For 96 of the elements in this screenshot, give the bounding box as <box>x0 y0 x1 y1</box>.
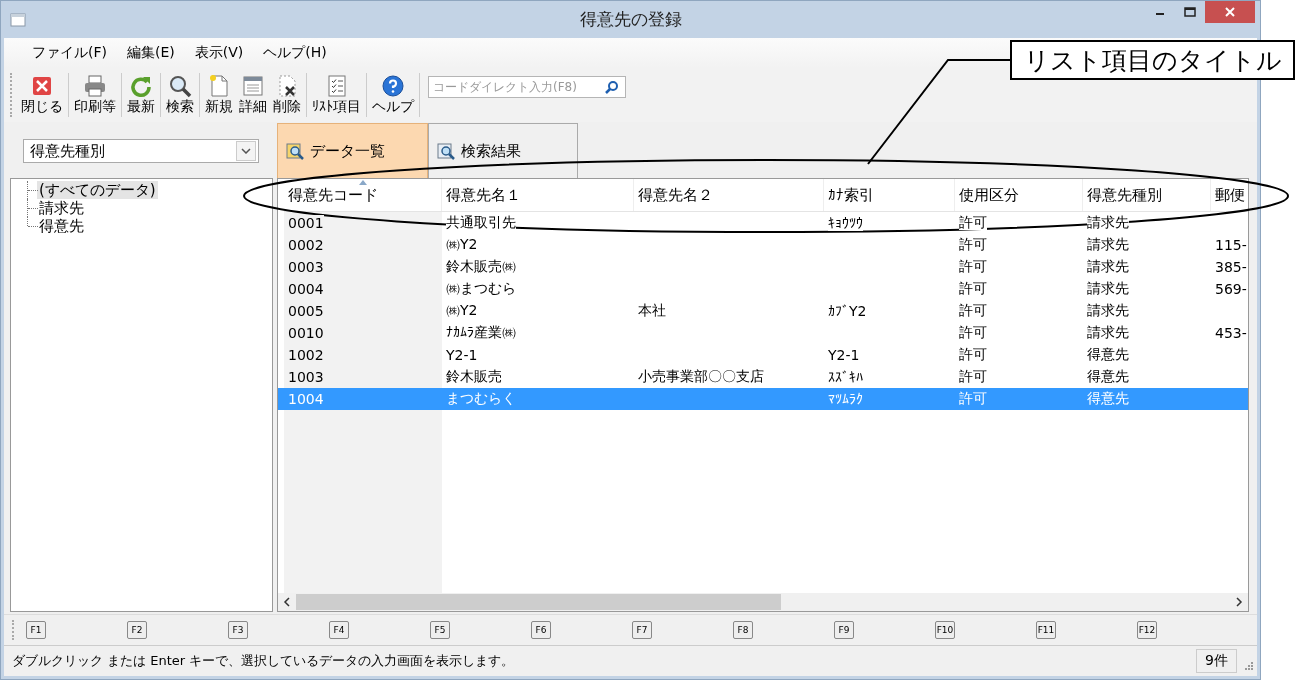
category-dropdown[interactable]: 得意先種別 <box>23 139 259 163</box>
table-cell: 0005 <box>288 303 324 319</box>
table-cell: 許可 <box>959 302 987 318</box>
table-cell: 1002 <box>288 347 324 363</box>
table-cell: 鈴木販売 <box>446 368 502 384</box>
toolbar-button[interactable]: ヘルプ <box>369 72 417 118</box>
table-cell: 本社 <box>638 302 666 318</box>
table-cell: 鈴木販売㈱ <box>446 258 516 274</box>
table-row[interactable]: 0005 ㈱Y2 本社 ｶﾌﾞY2 許可 請求先 <box>284 300 1248 322</box>
function-key-button[interactable]: F6 <box>531 621 551 639</box>
table-cell: ㈱Y2 <box>446 236 478 252</box>
table-row[interactable]: 0002 ㈱Y2 許可 請求先 115- <box>284 234 1248 256</box>
function-key-button[interactable]: F10 <box>935 621 955 639</box>
table-cell: 許可 <box>959 214 987 230</box>
table-row[interactable]: 1002 Y2-1 Y2-1 許可 得意先 <box>284 344 1248 366</box>
table-cell: 請求先 <box>1087 302 1129 318</box>
table-cell: 許可 <box>959 368 987 384</box>
column-header[interactable]: 得意先名２ <box>634 179 824 211</box>
tree-item[interactable]: (すべてのデータ) <box>37 181 158 199</box>
table-cell: ㈱Y2 <box>446 302 478 318</box>
table-cell: 請求先 <box>1087 236 1129 252</box>
toolbar-button[interactable]: 最新 <box>124 72 158 118</box>
table-row[interactable]: 0003 鈴木販売㈱ 許可 請求先 385- <box>284 256 1248 278</box>
table-cell: ｷｮｳﾂｳ <box>828 215 863 231</box>
menu-item[interactable]: ヘルプ(H) <box>253 44 337 62</box>
table-cell: ﾏﾂﾑﾗｸ <box>828 391 863 407</box>
toolbar-button[interactable]: 検索 <box>163 72 197 118</box>
table-row[interactable]: 0010 ﾅｶﾑﾗ産業㈱ 許可 請求先 453- <box>284 322 1248 344</box>
toolbar-button[interactable]: 印刷等 <box>71 72 119 118</box>
table-cell: 請求先 <box>1087 324 1129 340</box>
column-header[interactable]: 得意先種別 <box>1083 179 1211 211</box>
function-key-button[interactable]: F8 <box>733 621 753 639</box>
table-cell: ｽｽﾞｷﾊ <box>828 369 863 385</box>
function-key-button[interactable]: F9 <box>834 621 854 639</box>
table-cell: 許可 <box>959 346 987 362</box>
code-search-field[interactable]: コードダイレクト入力(F8) <box>428 76 626 98</box>
table-cell: 1004 <box>288 391 324 407</box>
menu-item[interactable]: 編集(E) <box>117 44 185 62</box>
table-cell: 得意先 <box>1087 368 1129 384</box>
table-cell: 小売事業部〇〇支店 <box>638 368 764 384</box>
table-cell: 許可 <box>959 258 987 274</box>
tab[interactable]: データ一覧 <box>277 123 428 178</box>
table-cell: 許可 <box>959 390 987 406</box>
table-row[interactable]: 0001 共通取引先 ｷｮｳﾂｳ 許可 請求先 <box>284 212 1248 234</box>
table-cell: ㈱まつむら <box>446 280 516 296</box>
function-key-button[interactable]: F4 <box>329 621 349 639</box>
table-row[interactable]: 0004 ㈱まつむら 許可 請求先 569- <box>284 278 1248 300</box>
toolbar-button[interactable]: ﾘｽﾄ項目 <box>309 72 364 118</box>
column-header[interactable]: ｶﾅ索引 <box>824 179 955 211</box>
table-cell: Y2-1 <box>446 347 478 363</box>
table-cell: 0001 <box>288 215 324 231</box>
table-cell: 請求先 <box>1087 258 1129 274</box>
function-key-button[interactable]: F5 <box>430 621 450 639</box>
table-row[interactable]: 1003 鈴木販売 小売事業部〇〇支店 ｽｽﾞｷﾊ 許可 得意先 <box>284 366 1248 388</box>
table-cell: 0002 <box>288 237 324 253</box>
tree-item[interactable]: 請求先 <box>37 199 86 217</box>
table-cell: Y2-1 <box>828 347 860 363</box>
table-cell: 115- <box>1215 237 1247 253</box>
window-title: 得意先の登録 <box>578 8 683 31</box>
function-key-button[interactable]: F12 <box>1137 621 1157 639</box>
toolbar-button[interactable]: 新規 <box>202 72 236 118</box>
toolbar-button[interactable]: 詳細 <box>236 72 270 118</box>
tab[interactable]: 検索結果 <box>428 123 578 178</box>
toolbar-button[interactable]: 削除 <box>270 72 304 118</box>
function-key-button[interactable]: F2 <box>127 621 147 639</box>
menu-item[interactable]: ファイル(F) <box>22 44 117 62</box>
function-key-button[interactable]: F7 <box>632 621 652 639</box>
table-cell: 385- <box>1215 259 1247 275</box>
column-header[interactable]: 使用区分 <box>955 179 1083 211</box>
table-cell: ﾅｶﾑﾗ産業㈱ <box>446 324 516 340</box>
table-cell: 共通取引先 <box>446 214 516 230</box>
table-cell: 請求先 <box>1087 214 1129 230</box>
function-key-button[interactable]: F1 <box>26 621 46 639</box>
function-key-button[interactable]: F11 <box>1036 621 1056 639</box>
table-cell: 0010 <box>288 325 324 341</box>
table-cell: 453- <box>1215 325 1247 341</box>
table-cell: 許可 <box>959 280 987 296</box>
table-cell: 569- <box>1215 281 1247 297</box>
status-message: ダブルクリック または Enter キーで、選択しているデータの入力画面を表示します。 <box>12 652 515 670</box>
column-header[interactable]: 得意先名１ <box>442 179 634 211</box>
table-cell: 許可 <box>959 324 987 340</box>
table-cell: 得意先 <box>1087 346 1129 362</box>
tree-item[interactable]: 得意先 <box>37 217 86 235</box>
menu-item[interactable]: 表示(V) <box>184 44 254 62</box>
table-cell: 0003 <box>288 259 324 275</box>
record-count: 9件 <box>1196 649 1237 673</box>
callout-label: リスト項目のタイトル <box>1010 40 1295 80</box>
table-cell: ｶﾌﾞY2 <box>828 303 867 319</box>
table-cell: 0004 <box>288 281 324 297</box>
table-cell: 得意先 <box>1087 390 1129 406</box>
table-cell: 請求先 <box>1087 280 1129 296</box>
toolbar-button[interactable]: 閉じる <box>18 72 66 118</box>
table-cell: 1003 <box>288 369 324 385</box>
table-cell: 許可 <box>959 236 987 252</box>
function-key-button[interactable]: F3 <box>228 621 248 639</box>
column-header[interactable]: 得意先コード <box>284 179 442 211</box>
